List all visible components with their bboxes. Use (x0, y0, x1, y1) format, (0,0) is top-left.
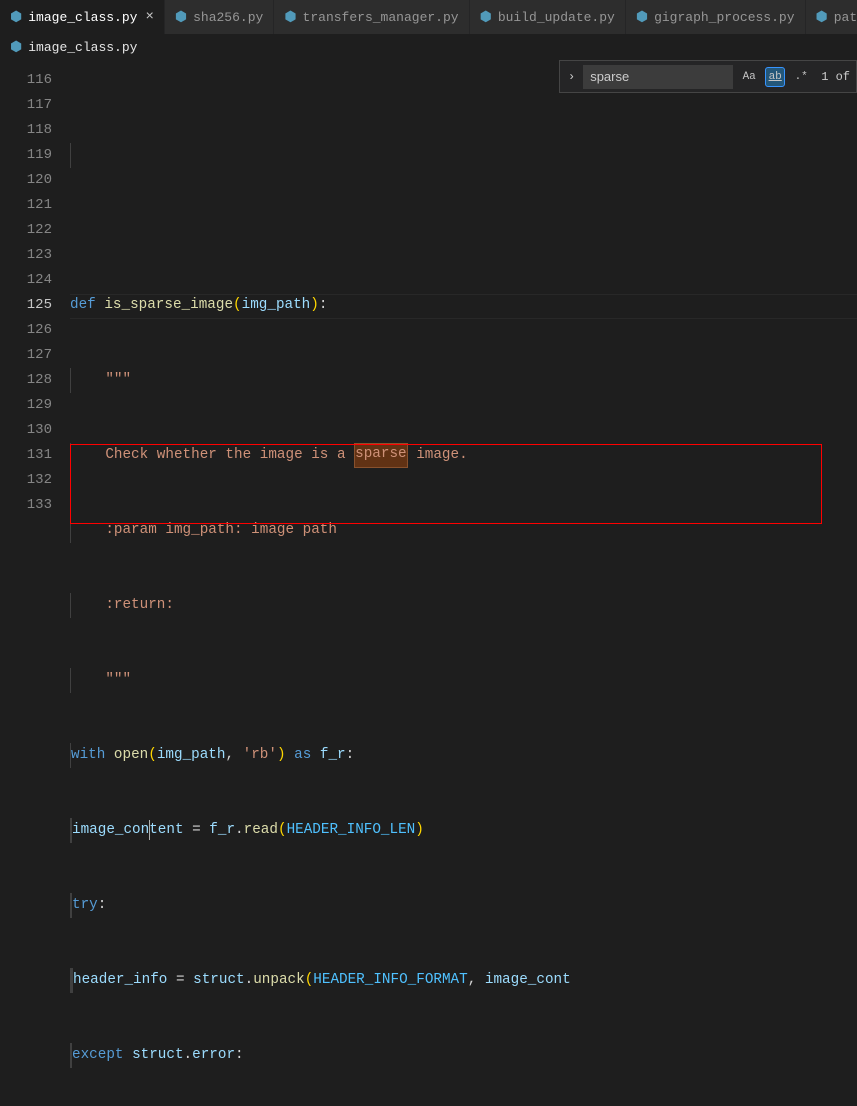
tab-label: patch_pa (834, 10, 857, 25)
whole-word-toggle[interactable]: ab (765, 67, 785, 87)
tab-gigraph[interactable]: ⬢ gigraph_process.py (626, 0, 806, 34)
subtab-label: image_class.py (28, 40, 137, 55)
python-icon: ⬢ (10, 9, 22, 26)
python-icon: ⬢ (480, 9, 492, 26)
line-number: 126 (0, 318, 52, 343)
tab-sha256[interactable]: ⬢ sha256.py (165, 0, 274, 34)
line-number: 118 (0, 118, 52, 143)
case-sensitive-toggle[interactable]: Aa (739, 67, 759, 87)
line-number: 125 (0, 293, 52, 318)
code-area[interactable]: def is_sparse_image(img_path): """ Check… (70, 60, 857, 553)
editor[interactable]: 116 117 118 119 120 121 122 123 124 125 … (0, 60, 857, 553)
find-results: 1 of (817, 70, 850, 84)
line-number: 121 (0, 193, 52, 218)
python-icon: ⬢ (10, 39, 22, 56)
python-icon: ⬢ (175, 9, 187, 26)
line-number: 119 (0, 143, 52, 168)
tab-label: sha256.py (193, 10, 263, 25)
line-number: 124 (0, 268, 52, 293)
find-widget: › Aa ab .* 1 of (559, 60, 857, 93)
tab-label: transfers_manager.py (303, 10, 459, 25)
tab-transfers[interactable]: ⬢ transfers_manager.py (274, 0, 469, 34)
tab-image-class[interactable]: ⬢ image_class.py × (0, 0, 165, 34)
gutter: 116 117 118 119 120 121 122 123 124 125 … (0, 60, 70, 553)
line-number: 120 (0, 168, 52, 193)
line-number: 133 (0, 493, 52, 518)
line-number: 131 (0, 443, 52, 468)
line-number: 127 (0, 343, 52, 368)
tab-label: image_class.py (28, 10, 137, 25)
line-number: 128 (0, 368, 52, 393)
line-number: 132 (0, 468, 52, 493)
tab-bar: ⬢ image_class.py × ⬢ sha256.py ⬢ transfe… (0, 0, 857, 35)
line-number: 130 (0, 418, 52, 443)
line-number: 116 (0, 68, 52, 93)
close-icon[interactable]: × (145, 9, 153, 25)
regex-toggle[interactable]: .* (791, 67, 811, 87)
python-icon: ⬢ (284, 9, 296, 26)
tab-label: gigraph_process.py (654, 10, 794, 25)
line-number: 129 (0, 393, 52, 418)
chevron-right-icon[interactable]: › (566, 68, 577, 86)
subtab-image-class[interactable]: ⬢ image_class.py (0, 35, 147, 59)
tab-subbar: ⬢ image_class.py (0, 35, 857, 60)
tab-label: build_update.py (498, 10, 615, 25)
python-icon: ⬢ (816, 9, 828, 26)
find-input[interactable] (583, 65, 733, 89)
line-number: 123 (0, 243, 52, 268)
tab-build-update[interactable]: ⬢ build_update.py (470, 0, 626, 34)
line-number: 122 (0, 218, 52, 243)
python-icon: ⬢ (636, 9, 648, 26)
tab-patch[interactable]: ⬢ patch_pa (806, 0, 857, 34)
line-number: 117 (0, 93, 52, 118)
